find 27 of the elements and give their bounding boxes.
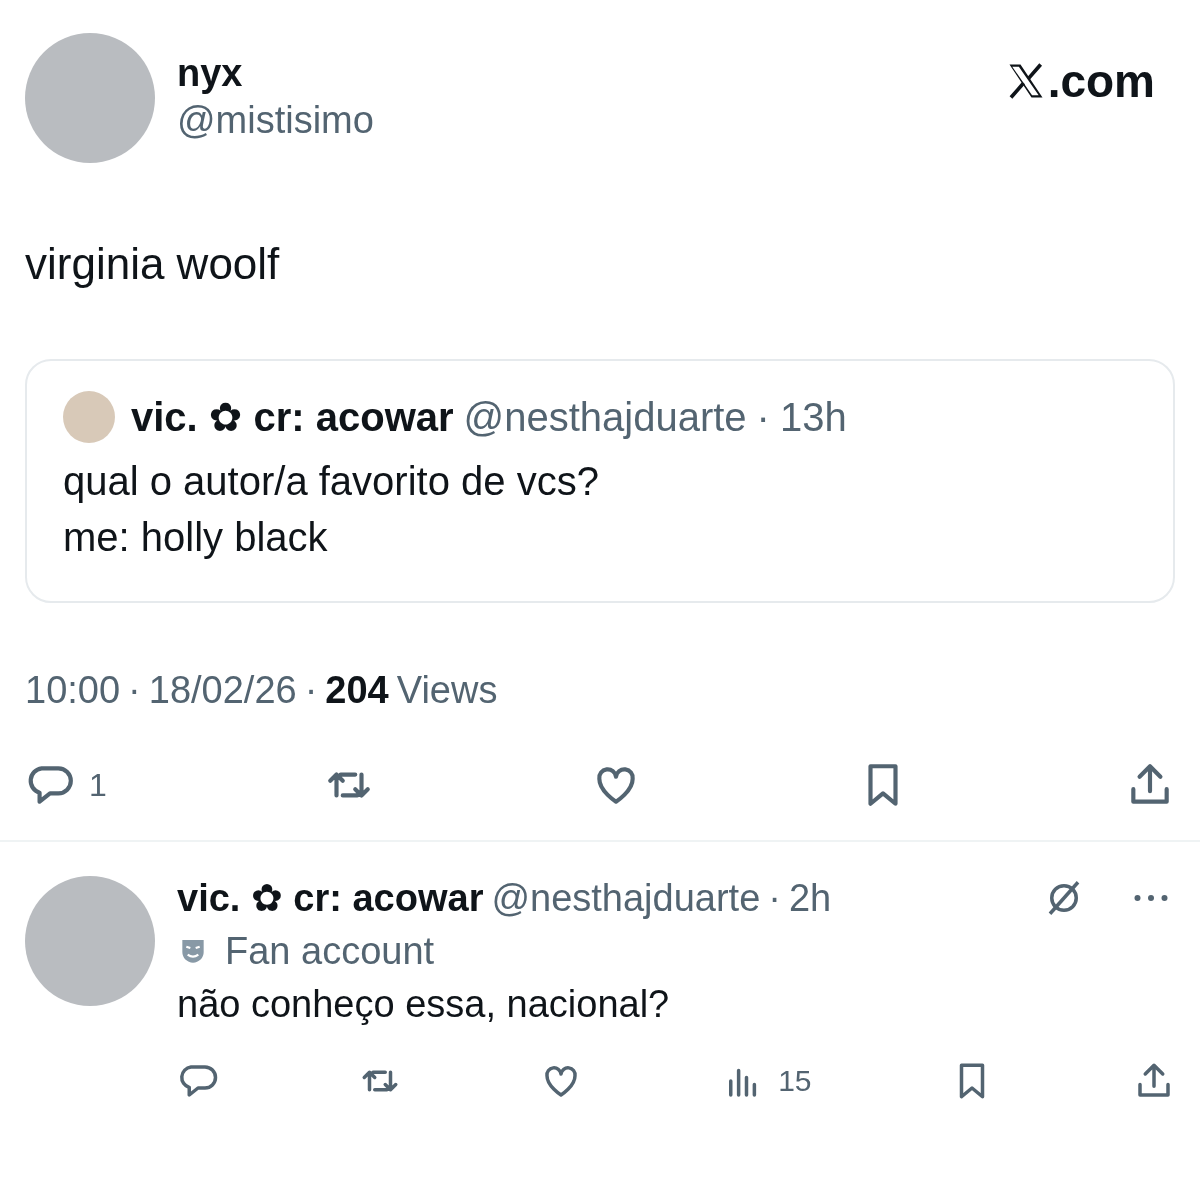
reply-author-name[interactable]: vic. ✿ cr: acowar bbox=[177, 876, 484, 920]
more-icon[interactable] bbox=[1133, 892, 1169, 904]
separator-dot: · bbox=[768, 876, 781, 920]
quote-text-line: me: holly black bbox=[63, 514, 329, 561]
tweet-date: 18/02/26 bbox=[148, 669, 297, 712]
separator-dot: · bbox=[128, 669, 141, 712]
logo-text: .com bbox=[1047, 55, 1155, 107]
reply-author-handle[interactable]: @nesthajduarte bbox=[491, 876, 761, 920]
tweet-text: virginia woolf bbox=[25, 239, 281, 289]
author-name[interactable]: nyx bbox=[177, 51, 374, 95]
fan-account-label: Fan account bbox=[225, 930, 435, 973]
reply-text: não conheço essa, nacional? bbox=[177, 983, 671, 1026]
tweet-time: 10:00 bbox=[25, 669, 121, 712]
views-label: Views bbox=[396, 669, 498, 712]
separator-dot: · bbox=[756, 394, 770, 440]
views-count: 204 bbox=[325, 669, 389, 712]
quote-author-handle: @nesthajduarte bbox=[463, 394, 747, 440]
quoted-tweet-card[interactable]: vic. ✿ cr: acowar @nesthajduarte · 13h qual o autor/a favorito de vcs? me: holly black bbox=[25, 359, 1175, 603]
quote-time: 13h bbox=[779, 394, 847, 440]
reply-time: 2h bbox=[788, 876, 832, 920]
quote-text-line: qual o autor/a favorito de vcs? bbox=[63, 458, 600, 505]
separator-dot: · bbox=[304, 669, 318, 712]
quote-author-name: vic. ✿ cr: acowar bbox=[131, 394, 454, 440]
action-count: 1 bbox=[89, 766, 107, 804]
action-count: 15 bbox=[778, 1064, 812, 1098]
avatar-photo-placeholder bbox=[63, 391, 115, 443]
author-handle[interactable]: @mistisimo bbox=[177, 95, 374, 145]
